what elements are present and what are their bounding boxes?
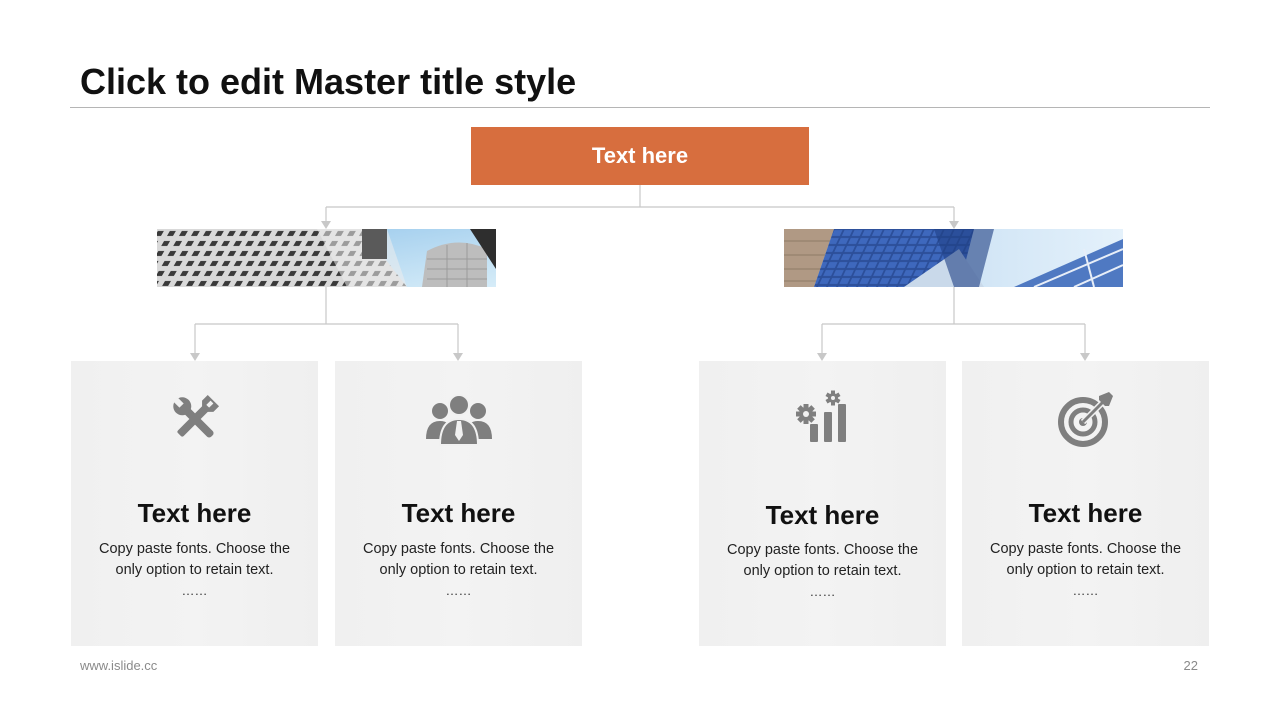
card-3[interactable]: Text here Copy paste fonts. Choose the o… (699, 361, 946, 646)
arrowhead (453, 353, 463, 361)
card-body: Copy paste fonts. Choose the only option… (98, 541, 291, 578)
card-2[interactable]: Text here Copy paste fonts. Choose the o… (335, 361, 582, 646)
arrowhead (321, 221, 331, 229)
card-heading: Text here (1028, 498, 1143, 528)
root-node[interactable]: Text here (471, 127, 809, 185)
team-icon (335, 389, 582, 449)
card-ellipsis: …… (445, 583, 472, 598)
arrowhead (949, 221, 959, 229)
card-body: Copy paste fonts. Choose the only option… (726, 542, 919, 579)
tools-icon (71, 389, 318, 449)
arrowhead (190, 353, 200, 361)
footer-url[interactable]: www.islide.cc (80, 658, 157, 673)
card-1[interactable]: Text here Copy paste fonts. Choose the o… (71, 361, 318, 646)
arrowhead (817, 353, 827, 361)
target-icon (962, 389, 1209, 449)
card-ellipsis: …… (1072, 583, 1099, 598)
card-ellipsis: …… (181, 583, 208, 598)
card-heading: Text here (137, 498, 252, 528)
arrowhead (1080, 353, 1090, 361)
root-node-label: Text here (591, 143, 689, 168)
card-body: Copy paste fonts. Choose the only option… (989, 541, 1182, 578)
card-ellipsis: …… (809, 584, 836, 599)
building-photo-left (157, 229, 496, 287)
gear-chart-icon (699, 389, 946, 449)
card-body: Copy paste fonts. Choose the only option… (362, 541, 555, 578)
page-number: 22 (1183, 658, 1198, 673)
card-heading: Text here (765, 500, 880, 530)
building-photo-right (784, 229, 1123, 287)
card-4[interactable]: Text here Copy paste fonts. Choose the o… (962, 361, 1209, 646)
card-heading: Text here (401, 498, 516, 528)
